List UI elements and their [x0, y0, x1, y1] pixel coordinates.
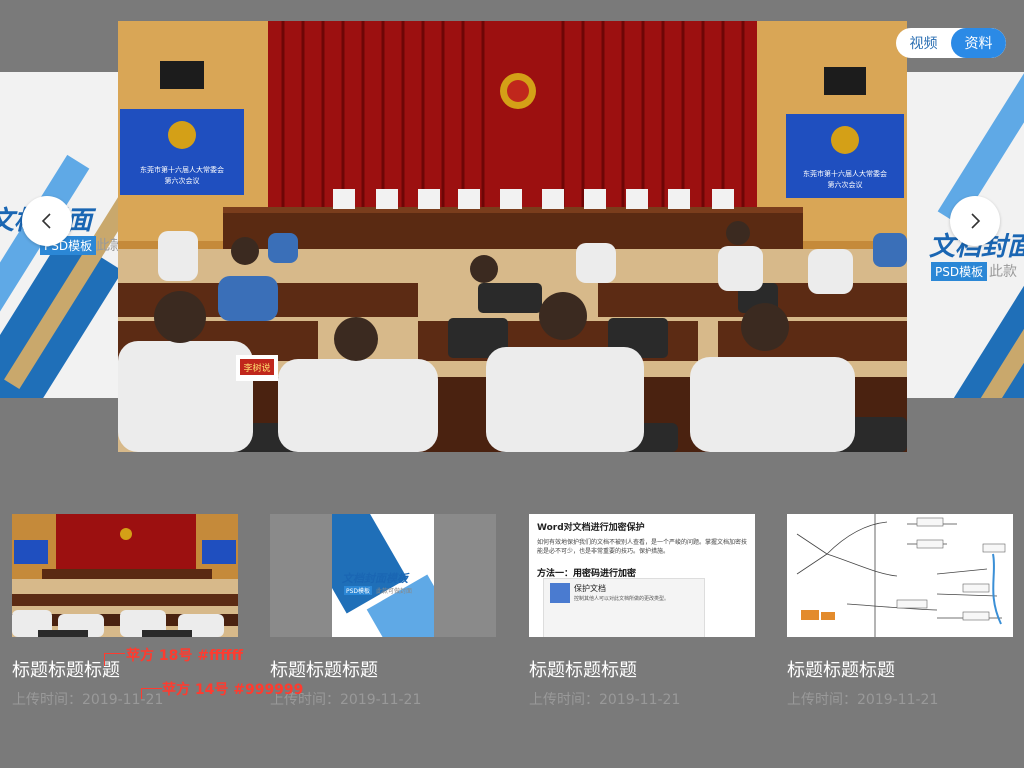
card-thumbnail[interactable] [12, 514, 238, 637]
resource-card[interactable]: Word对文档进行加密保护 如何有效地保护我们的文档不被别人查看，是一个严峻的问… [529, 514, 755, 709]
resource-card[interactable]: 文档封面模板 PSD模板 此款可做封面 标题标题标题 上传时间：2019-11-… [270, 514, 496, 709]
toggle-video[interactable]: 视频 [896, 28, 951, 58]
card-title[interactable]: 标题标题标题 [529, 659, 755, 683]
meeting-hall-photo: 东莞市第十六届人大常委会 第六次会议 东莞市第十六届人大常委会 第六次会议 李树… [118, 21, 907, 452]
card-thumbnail[interactable]: Word对文档进行加密保护 如何有效地保护我们的文档不被别人查看，是一个严峻的问… [529, 514, 755, 637]
annotation-title-spec: 苹方 18号 #ffffff [126, 648, 243, 664]
chevron-right-icon [971, 213, 981, 229]
resource-card[interactable]: 标题标题标题 上传时间：2019-11-21 [787, 514, 1013, 709]
screen-caption: 东莞市第十六届人大常委会 [803, 169, 887, 178]
gallery-prev-button[interactable] [22, 196, 72, 246]
media-type-toggle[interactable]: 视频 资料 [896, 28, 1006, 58]
lock-icon [550, 583, 570, 603]
slide-subtitle: 此款 [989, 264, 1017, 280]
card-title[interactable]: 标题标题标题 [787, 659, 1013, 683]
cover-template-image: 文档封面模板 PSD模板 此款可做封面 [332, 514, 434, 637]
doc-panel-title: 保护文档 [574, 584, 606, 593]
gallery-main-image[interactable]: 东莞市第十六届人大常委会 第六次会议 东莞市第十六届人大常委会 第六次会议 李树… [118, 21, 907, 452]
chevron-left-icon [41, 213, 51, 229]
screen-caption: 第六次会议 [165, 176, 200, 185]
mind-map-image [796, 514, 1006, 637]
doc-panel: 保护文档 控制其他人可以对此文档所做的更改类型。 [543, 578, 705, 637]
doc-panel-text: 控制其他人可以对此文档所做的更改类型。 [574, 596, 670, 602]
cover-tag: PSD模板 [344, 586, 373, 595]
card-title[interactable]: 标题标题标题 [270, 659, 496, 683]
gallery-next-button[interactable] [950, 196, 1000, 246]
doc-heading: Word对文档进行加密保护 [537, 523, 645, 533]
annotation-meta-spec: 苹方 14号 #999999 [162, 682, 304, 698]
card-upload-time: 上传时间：2019-11-21 [787, 692, 939, 708]
card-upload-time: 上传时间：2019-11-21 [270, 692, 422, 708]
toggle-documents[interactable]: 资料 [951, 28, 1006, 58]
cover-title: 文档封面模板 [342, 572, 408, 585]
cover-subtitle: 此款可做封面 [376, 588, 413, 595]
slide-subtitle: 此款 [96, 238, 118, 254]
annotation-leader-line [104, 653, 125, 666]
card-thumbnail[interactable]: 文档封面模板 PSD模板 此款可做封面 [270, 514, 496, 637]
card-upload-time: 上传时间：2019-11-21 [529, 692, 681, 708]
card-thumbnail[interactable] [787, 514, 1013, 637]
slide-tag: PSD模板 [931, 262, 988, 281]
meeting-thumbnail-image [12, 514, 238, 637]
annotation-leader-line [141, 688, 162, 699]
nameplate-text: 李树说 [243, 362, 270, 374]
doc-body: 如何有效地保护我们的文档不被别人查看，是一个严峻的问题。掌握文档加密技能是必不可… [537, 539, 748, 555]
screen-caption: 第六次会议 [828, 180, 863, 189]
screen-caption: 东莞市第十六届人大常委会 [140, 165, 224, 174]
